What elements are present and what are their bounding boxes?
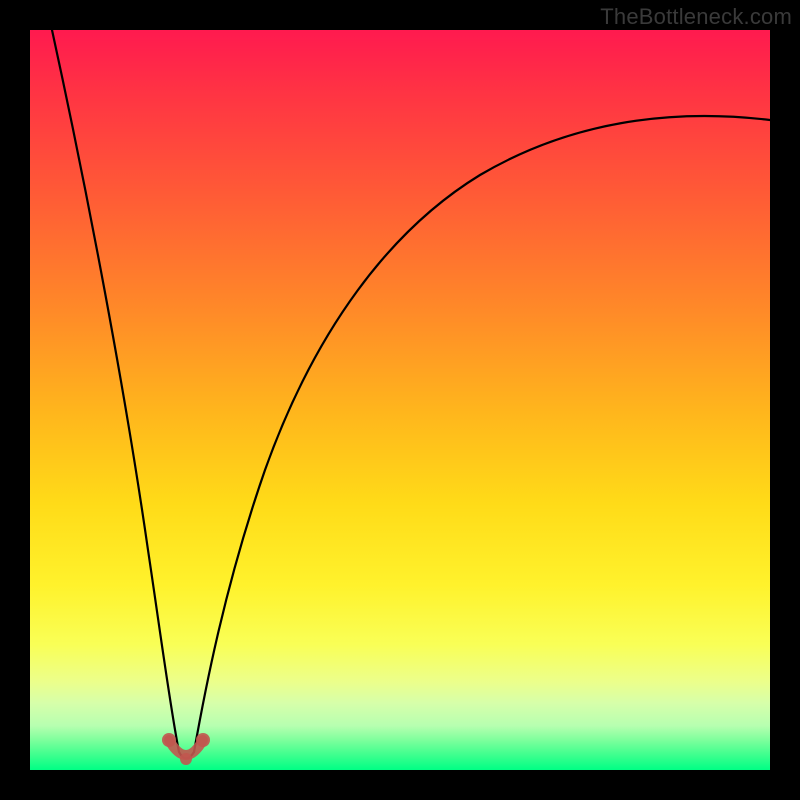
chart-plot-area bbox=[30, 30, 770, 770]
optimum-marker-dot-bottom bbox=[180, 753, 192, 765]
optimum-marker-dot-left bbox=[162, 733, 176, 747]
curve-left-branch bbox=[52, 30, 179, 752]
optimum-marker-dot-right bbox=[196, 733, 210, 747]
curve-right-branch bbox=[194, 116, 770, 752]
bottleneck-curve bbox=[30, 30, 770, 770]
watermark-text: TheBottleneck.com bbox=[600, 4, 792, 30]
